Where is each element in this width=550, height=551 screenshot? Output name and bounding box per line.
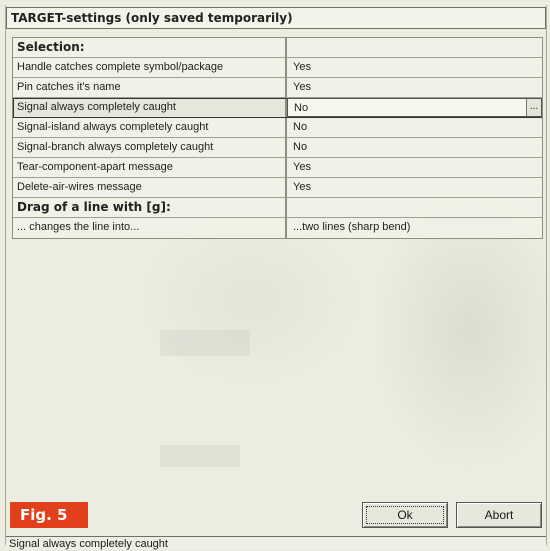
- setting-label: Signal-island always completely caught: [13, 118, 287, 137]
- ellipsis-button[interactable]: ...: [526, 99, 541, 116]
- status-bar: Signal always completely caught: [6, 536, 546, 550]
- settings-row[interactable]: Pin catches it's name Yes: [13, 78, 542, 98]
- setting-value[interactable]: Yes: [287, 78, 542, 97]
- settings-row[interactable]: Signal-island always completely caught N…: [13, 118, 542, 138]
- setting-label: Tear-component-apart message: [13, 158, 287, 177]
- setting-value: [287, 38, 542, 57]
- settings-row[interactable]: Delete-air-wires message Yes: [13, 178, 542, 198]
- setting-label: Signal-branch always completely caught: [13, 138, 287, 157]
- setting-label: Pin catches it's name: [13, 78, 287, 97]
- setting-value[interactable]: Yes: [287, 178, 542, 197]
- setting-label: Signal always completely caught: [13, 98, 287, 117]
- focus-ring: [366, 506, 444, 524]
- settings-row[interactable]: ... changes the line into... ...two line…: [13, 218, 542, 238]
- settings-row[interactable]: Handle catches complete symbol/package Y…: [13, 58, 542, 78]
- setting-label: ... changes the line into...: [13, 218, 287, 238]
- button-bar: Fig. 5 Ok Abort: [6, 498, 546, 532]
- settings-row-selected[interactable]: Signal always completely caught No ...: [13, 98, 542, 118]
- setting-value[interactable]: No: [287, 118, 542, 137]
- settings-grid: Selection: Handle catches complete symbo…: [12, 37, 543, 239]
- setting-label: Handle catches complete symbol/package: [13, 58, 287, 77]
- settings-row-header-selection: Selection:: [13, 38, 542, 58]
- settings-row[interactable]: Tear-component-apart message Yes: [13, 158, 542, 178]
- setting-value[interactable]: ...two lines (sharp bend): [287, 218, 542, 238]
- setting-label: Drag of a line with [g]:: [13, 198, 287, 217]
- setting-value: No: [294, 102, 309, 114]
- setting-value[interactable]: No: [287, 138, 542, 157]
- settings-row[interactable]: Signal-branch always completely caught N…: [13, 138, 542, 158]
- abort-button-label: Abort: [484, 508, 514, 522]
- setting-value[interactable]: Yes: [287, 58, 542, 77]
- dialog-title: TARGET-settings (only saved temporarily): [6, 7, 546, 29]
- setting-value-editor[interactable]: No ...: [287, 98, 542, 117]
- setting-label: Delete-air-wires message: [13, 178, 287, 197]
- setting-value: [287, 198, 542, 217]
- abort-button[interactable]: Abort: [456, 502, 542, 528]
- setting-value[interactable]: Yes: [287, 158, 542, 177]
- target-settings-dialog: TARGET-settings (only saved temporarily)…: [5, 5, 547, 550]
- setting-label: Selection:: [13, 38, 287, 57]
- settings-row-header-drag: Drag of a line with [g]:: [13, 198, 542, 218]
- ok-button[interactable]: Ok: [362, 502, 448, 528]
- figure-label: Fig. 5: [10, 502, 88, 528]
